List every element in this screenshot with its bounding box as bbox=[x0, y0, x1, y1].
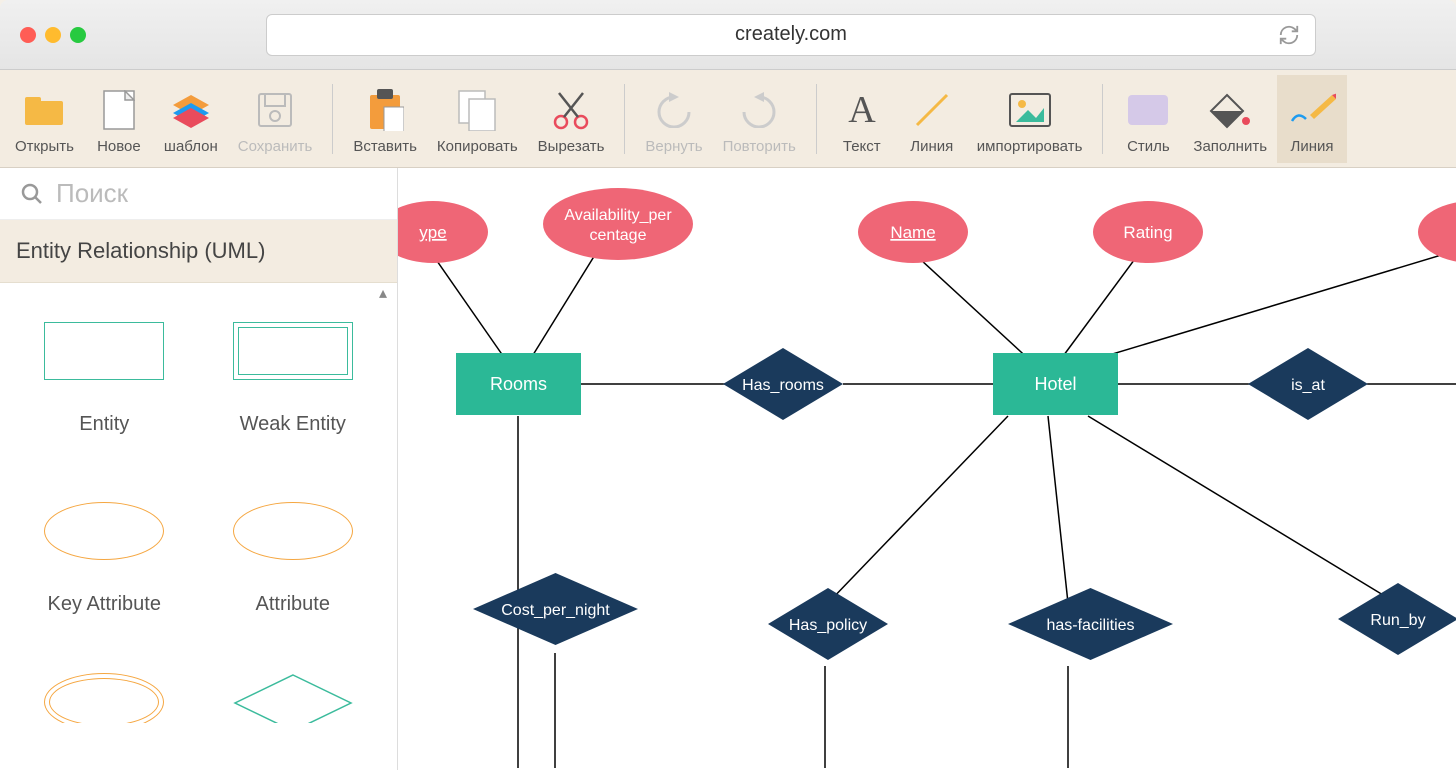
tool-label: Новое bbox=[97, 138, 141, 155]
search-row bbox=[0, 168, 397, 220]
attribute-label: Rating bbox=[1123, 223, 1172, 242]
tool-label: импортировать bbox=[977, 138, 1083, 155]
scroll-up-icon[interactable]: ▴ bbox=[373, 283, 393, 301]
minimize-window-button[interactable] bbox=[45, 27, 61, 43]
category-header[interactable]: Entity Relationship (UML) bbox=[0, 220, 397, 283]
entity-label: Rooms bbox=[490, 374, 547, 394]
paste-icon bbox=[366, 88, 404, 133]
fill-icon bbox=[1209, 88, 1251, 133]
url-text: creately.com bbox=[735, 23, 847, 46]
tool-label: Текст bbox=[843, 138, 881, 155]
attribute-label: Name bbox=[890, 223, 935, 242]
tool-label: Вырезать bbox=[538, 138, 605, 155]
shape-key-attribute[interactable]: Key Attribute bbox=[20, 493, 189, 633]
svg-text:A: A bbox=[848, 90, 876, 130]
maximize-window-button[interactable] bbox=[70, 27, 86, 43]
save-button[interactable]: Сохранить bbox=[228, 75, 323, 163]
relationship-label: Has_rooms bbox=[742, 377, 824, 394]
shapes-grid: ▴ Entity Weak Entity Key Attribute Attri… bbox=[0, 283, 397, 770]
line-button[interactable]: Линия bbox=[897, 75, 967, 163]
copy-button[interactable]: Копировать bbox=[427, 75, 528, 163]
tool-label: Открыть bbox=[15, 138, 74, 155]
attribute-label: ype bbox=[419, 223, 446, 242]
import-button[interactable]: импортировать bbox=[967, 75, 1093, 163]
edge[interactable] bbox=[1048, 416, 1068, 603]
redo-button[interactable]: Повторить bbox=[713, 75, 806, 163]
url-bar[interactable]: creately.com bbox=[266, 14, 1316, 56]
attribute-st[interactable] bbox=[1418, 201, 1456, 263]
undo-icon bbox=[654, 88, 694, 133]
shape-attribute[interactable]: Attribute bbox=[209, 493, 378, 633]
style-button[interactable]: Стиль bbox=[1113, 75, 1183, 163]
browser-titlebar: creately.com bbox=[0, 0, 1456, 70]
search-icon bbox=[20, 182, 44, 206]
tool-label: Линия bbox=[1291, 138, 1334, 155]
cut-icon bbox=[551, 88, 591, 133]
attribute-label: Availability_per bbox=[564, 207, 672, 224]
attribute-avail[interactable] bbox=[543, 188, 693, 260]
relationship-label: Cost_per_night bbox=[501, 602, 610, 619]
cut-button[interactable]: Вырезать bbox=[528, 75, 615, 163]
relationship-label: Run_by bbox=[1370, 612, 1425, 629]
import-icon bbox=[1008, 88, 1052, 133]
redo-icon bbox=[739, 88, 779, 133]
close-window-button[interactable] bbox=[20, 27, 36, 43]
shape-multivalue-attribute[interactable] bbox=[20, 673, 189, 723]
shape-weak-entity[interactable]: Weak Entity bbox=[209, 313, 378, 453]
template-icon bbox=[171, 88, 211, 133]
tool-label: Сохранить bbox=[238, 138, 313, 155]
tool-label: Заполнить bbox=[1193, 138, 1267, 155]
attribute-label: centage bbox=[590, 227, 647, 244]
edge[interactable] bbox=[1066, 253, 1448, 368]
edge[interactable] bbox=[428, 248, 508, 363]
diagram-canvas[interactable]: ypeAvailability_percentageNameRatingStRo… bbox=[398, 168, 1456, 770]
style-icon bbox=[1126, 88, 1170, 133]
new-button[interactable]: Новое bbox=[84, 75, 154, 163]
relationship-label: has-facilities bbox=[1046, 617, 1134, 634]
text-icon: A bbox=[842, 88, 882, 133]
toolbar: Открыть Новое шаблон Сохранить Вставить Копир… bbox=[0, 70, 1456, 168]
tool-label: шаблон bbox=[164, 138, 218, 155]
tool-label: Копировать bbox=[437, 138, 518, 155]
edge[interactable] bbox=[908, 248, 1033, 363]
open-button[interactable]: Открыть bbox=[5, 75, 84, 163]
new-icon bbox=[103, 88, 135, 133]
refresh-icon[interactable] bbox=[1278, 24, 1300, 46]
tool-label: Линия bbox=[910, 138, 953, 155]
relationship-label: Has_policy bbox=[789, 617, 867, 634]
shape-relationship[interactable] bbox=[209, 673, 378, 723]
line-icon bbox=[912, 88, 952, 133]
tool-label: Вернуть bbox=[645, 138, 702, 155]
lineedit-button[interactable]: Линия bbox=[1277, 75, 1347, 163]
undo-button[interactable]: Вернуть bbox=[635, 75, 712, 163]
shapes-panel: Entity Relationship (UML) ▴ Entity Weak … bbox=[0, 168, 398, 770]
template-button[interactable]: шаблон bbox=[154, 75, 228, 163]
shape-entity[interactable]: Entity bbox=[20, 313, 189, 453]
text-button[interactable]: A Текст bbox=[827, 75, 897, 163]
open-icon bbox=[23, 88, 65, 133]
entity-label: Hotel bbox=[1034, 374, 1076, 394]
edge[interactable] bbox=[828, 416, 1008, 603]
tool-label: Стиль bbox=[1127, 138, 1170, 155]
search-input[interactable] bbox=[56, 178, 391, 209]
edge[interactable] bbox=[1058, 248, 1143, 363]
window-controls bbox=[20, 27, 86, 43]
save-icon bbox=[257, 88, 293, 133]
lineedit-icon bbox=[1288, 88, 1336, 133]
edge[interactable] bbox=[528, 250, 598, 363]
tool-label: Повторить bbox=[723, 138, 796, 155]
relationship-label: is_at bbox=[1291, 377, 1325, 394]
edge[interactable] bbox=[1088, 416, 1388, 598]
copy-icon bbox=[457, 88, 497, 133]
fill-button[interactable]: Заполнить bbox=[1183, 75, 1277, 163]
tool-label: Вставить bbox=[353, 138, 417, 155]
paste-button[interactable]: Вставить bbox=[343, 75, 427, 163]
